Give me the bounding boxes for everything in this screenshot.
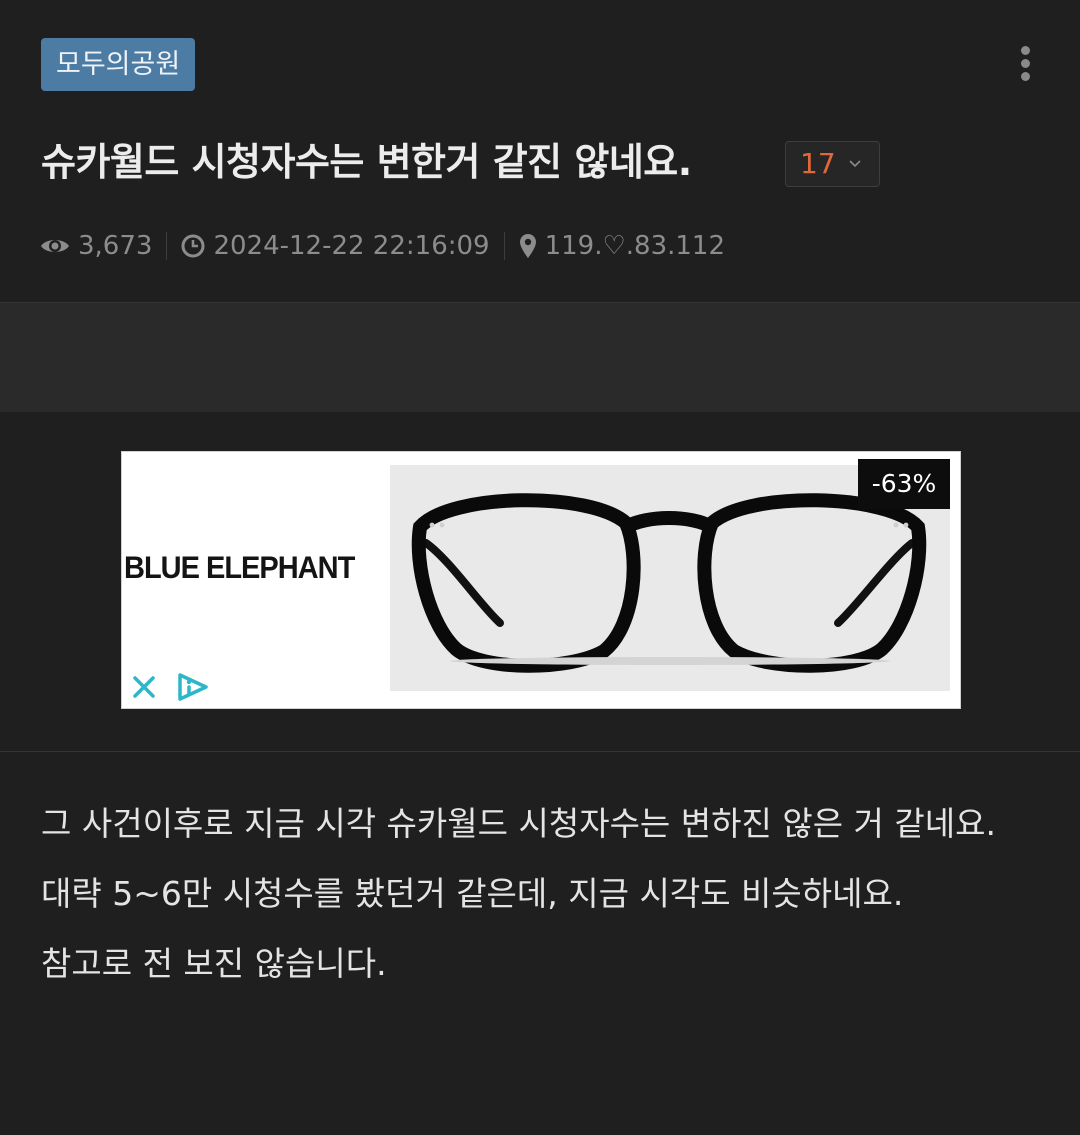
vertical-dots-icon-dot [1021, 59, 1030, 68]
close-icon[interactable] [131, 674, 157, 700]
ad-choices-icon[interactable] [174, 671, 212, 703]
clock-icon [181, 234, 205, 258]
body-paragraph: 그 사건이후로 지금 시각 슈카월드 시청자수는 변하진 않은 거 같네요. [41, 804, 996, 843]
vertical-dots-icon-dot [1021, 72, 1030, 81]
post-body: 그 사건이후로 지금 시각 슈카월드 시청자수는 변하진 않은 거 같네요. 대… [41, 796, 1051, 1006]
category-badge[interactable]: 모두의공원 [41, 38, 196, 91]
datetime-value: 2024-12-22 22:16:09 [213, 231, 490, 261]
map-pin-icon [519, 234, 536, 258]
view-count: 3,673 [40, 231, 152, 261]
content-divider [0, 751, 1080, 752]
post-ip: 119.♡.83.112 [519, 231, 725, 261]
post-datetime: 2024-12-22 22:16:09 [181, 231, 490, 261]
body-paragraph: 대략 5~6만 시청수를 봤던거 같은데, 지금 시각도 비슷하네요. [41, 874, 904, 913]
ad-brand-name: BLUE ELEPHANT [124, 550, 355, 586]
body-paragraph: 참고로 전 보진 않습니다. [41, 944, 387, 983]
meta-divider [503, 232, 505, 260]
post-meta: 3,673 2024-12-22 22:16:09 119.♡.83.112 [40, 224, 725, 268]
content-band [0, 302, 1080, 412]
comment-count: 17 [800, 147, 836, 180]
post-title: 슈카월드 시청자수는 변한거 같진 않네요. [41, 140, 692, 184]
ip-value: 119.♡.83.112 [544, 231, 726, 261]
eye-icon [41, 240, 69, 252]
meta-divider [166, 232, 168, 260]
more-options-button[interactable] [1014, 44, 1038, 82]
vertical-dots-icon [1021, 46, 1030, 55]
post-header: 모두의공원 슈카월드 시청자수는 변한거 같진 않네요. 17 3,673 20… [0, 0, 1080, 302]
chevron-down-icon [849, 160, 861, 168]
advertisement-banner[interactable]: BLUE ELEPHANT -63% [121, 451, 961, 709]
comment-count-button[interactable]: 17 [785, 141, 880, 187]
discount-badge: -63% [858, 459, 950, 509]
view-count-value: 3,673 [78, 231, 153, 261]
